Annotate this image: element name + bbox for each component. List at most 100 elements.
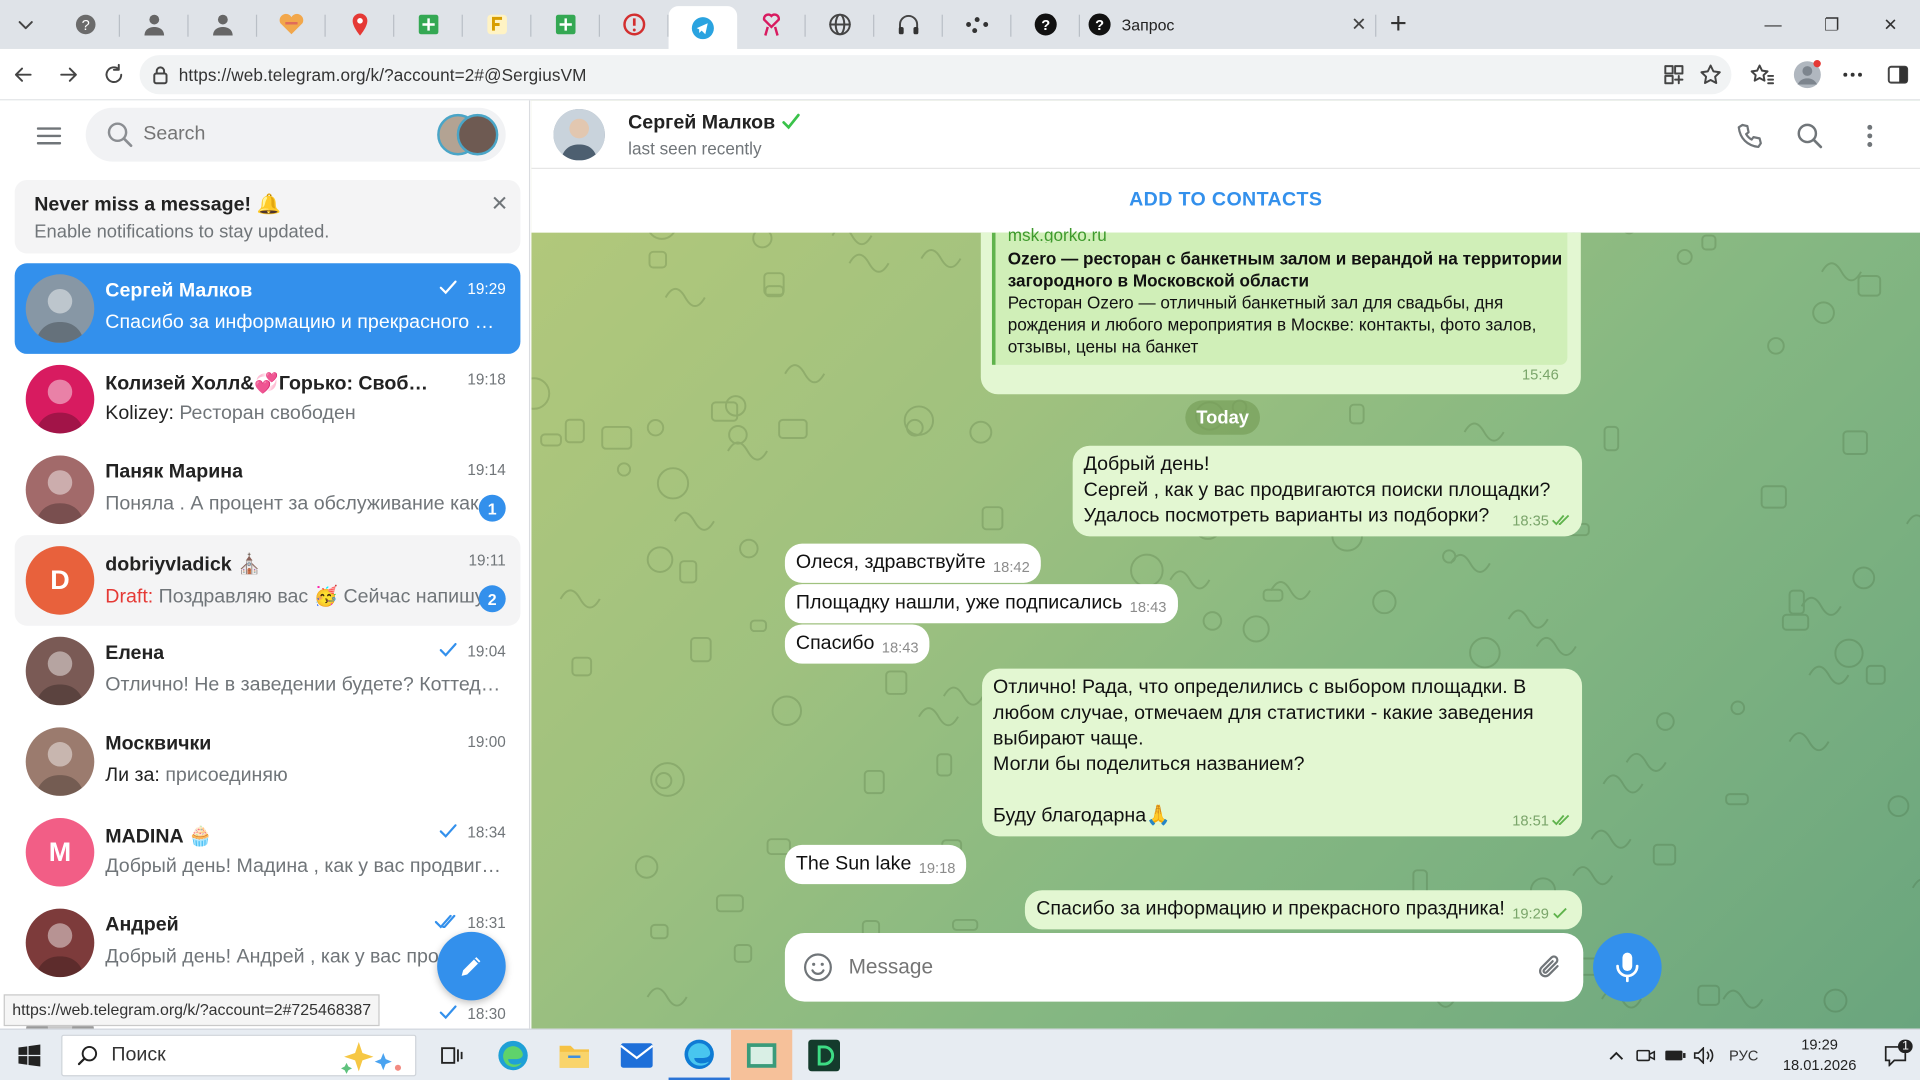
app-available-button[interactable] [1656, 55, 1693, 94]
notification-center-button[interactable]: 1 [1871, 1030, 1920, 1080]
message-meta: 18:42 [993, 556, 1030, 577]
tray-chevron-up[interactable] [1602, 1030, 1631, 1080]
message-line: Сергей , как у вас продвигаются поиски п… [1084, 478, 1571, 504]
main-menu-button[interactable] [24, 118, 73, 155]
settings-more-button[interactable] [1829, 54, 1874, 96]
browser-tab[interactable] [531, 4, 601, 46]
message-composer[interactable] [784, 933, 1584, 1002]
chat-list-item[interactable]: Сергей Малков 19:29 Спасибо за информацию … [14, 263, 521, 354]
browser-tab-request[interactable]: ? Запрос ✕ [1080, 4, 1377, 46]
pattern-doodle [571, 656, 593, 677]
chat-name: Елена [105, 642, 165, 664]
voice-record-button[interactable] [1593, 933, 1662, 1002]
outgoing-message[interactable]: Спасибо за информацию и прекрасного праз… [1025, 890, 1583, 930]
search-input[interactable] [143, 123, 413, 146]
close-tab-icon[interactable]: ✕ [1351, 13, 1366, 36]
close-window-button[interactable]: ✕ [1861, 0, 1920, 49]
peer-avatar[interactable] [553, 108, 605, 161]
search-icon [1797, 123, 1823, 149]
browser-tab[interactable]: ? [51, 4, 121, 46]
tray-meet-now[interactable] [1631, 1030, 1660, 1080]
browser-tab[interactable] [394, 4, 463, 46]
browser-tab[interactable] [943, 4, 1012, 46]
browser-tab-telegram[interactable] [668, 6, 738, 51]
outgoing-message[interactable]: Добрый день! Сергей , как у вас продвигаю… [1072, 445, 1583, 537]
chat-list-item[interactable]: Елена 19:04 Отлично! Не в заведении будете… [15, 626, 521, 717]
pattern-doodle [1625, 752, 1667, 772]
chat-list-item[interactable]: Колизей Холл&💞Горько: Свободные даты 19:1… [15, 354, 521, 445]
taskbar-app-terminal[interactable] [793, 1030, 854, 1080]
browser-tab[interactable] [600, 4, 669, 46]
favorite-star-button[interactable] [1692, 55, 1729, 94]
taskbar-edge-browser[interactable] [668, 1030, 730, 1080]
message-text: Могли бы поделиться названием? [993, 754, 1305, 776]
chat-time: 18:31 [467, 914, 506, 932]
tray-battery[interactable] [1660, 1030, 1689, 1080]
taskbar-mail[interactable] [606, 1030, 667, 1080]
reload-button[interactable] [91, 53, 136, 95]
browser-tab[interactable] [189, 4, 258, 46]
link-preview-card[interactable]: msk.gorko.ru Ozero — ресторан с банкетны… [991, 225, 1568, 365]
profile-avatar[interactable] [1784, 54, 1829, 96]
clock-time: 19:29 [1801, 1035, 1838, 1054]
call-button[interactable] [1731, 118, 1768, 155]
close-notice-icon[interactable]: ✕ [491, 192, 508, 216]
taskbar-app-active[interactable] [731, 1029, 793, 1080]
back-button[interactable] [0, 53, 45, 95]
chat-time: 19:29 [467, 280, 506, 298]
browser-tab[interactable]: ? [1011, 4, 1081, 46]
new-message-button[interactable] [437, 931, 506, 1001]
chat-list-item[interactable]: Паняк Марина 19:14 Поняла . А процент за о… [15, 444, 521, 535]
chat-list-item[interactable]: Москвички 19:00 Ли за: присоединяю [15, 716, 521, 807]
message-line: Отлично! Рада, что определились с выборо… [993, 675, 1571, 701]
chat-search-button[interactable] [1791, 118, 1828, 155]
maximize-button[interactable]: ❐ [1802, 0, 1861, 49]
stories-avatars[interactable] [437, 113, 501, 156]
taskbar-clock[interactable]: 19:29 18.01.2026 [1768, 1035, 1871, 1077]
outgoing-message[interactable]: Отлично! Рада, что определились с выборо… [982, 668, 1583, 837]
sidebar-toggle-button[interactable] [1875, 54, 1920, 96]
edge-browser-icon [684, 1038, 714, 1069]
tray-volume[interactable] [1690, 1030, 1719, 1080]
message-text: Олеся, здравствуйте [795, 552, 986, 574]
notification-banner[interactable]: Never miss a message! 🔔 Enable notificat… [14, 180, 521, 254]
browser-tab[interactable] [874, 4, 943, 46]
chat-more-button[interactable] [1851, 118, 1888, 155]
tab-actions-menu[interactable] [7, 6, 44, 43]
chat-header[interactable]: Сергей Малков last seen recently [531, 100, 1920, 169]
browser-tab[interactable] [326, 4, 395, 46]
start-button[interactable] [0, 1029, 59, 1080]
search-box[interactable] [85, 107, 506, 162]
chat-avatar [25, 364, 95, 434]
incoming-message[interactable]: Олеся, здравствуйте 18:42 [784, 543, 1041, 583]
favorites-button[interactable] [1739, 54, 1784, 96]
browser-tab[interactable] [257, 4, 326, 46]
task-view-button[interactable] [420, 1030, 481, 1080]
minimize-button[interactable]: — [1744, 0, 1803, 49]
chat-name: Москвички [105, 733, 212, 755]
taskbar-search[interactable]: Поиск [61, 1034, 417, 1077]
arrow-left-icon [14, 66, 31, 82]
message-input[interactable] [848, 955, 1510, 980]
taskbar-edge-copilot[interactable] [482, 1030, 543, 1080]
help-circle-icon: ? [75, 14, 96, 35]
forward-button[interactable] [45, 53, 90, 95]
browser-tab[interactable] [120, 4, 189, 46]
browser-tab[interactable] [737, 4, 806, 46]
incoming-message[interactable]: Спасибо 18:43 [784, 624, 930, 664]
paperclip-icon[interactable] [1537, 953, 1564, 982]
emoji-icon[interactable] [802, 951, 834, 983]
browser-tab[interactable] [463, 4, 532, 46]
incoming-message[interactable]: The Sun lake 19:18 [784, 844, 967, 885]
chat-list-item[interactable]: M MADINA 🧁 18:34 Добрый день! Мадина , как … [15, 807, 521, 898]
more-horizontal-icon [1842, 72, 1862, 77]
taskbar-file-explorer[interactable] [544, 1030, 605, 1080]
add-to-contacts-button[interactable]: ADD TO CONTACTS [1129, 190, 1322, 212]
new-tab-button[interactable]: + [1376, 4, 1420, 46]
browser-tab[interactable] [806, 4, 875, 46]
chat-list-item[interactable]: Ddobriyvladick ⛪ 19:11 Draft: Поздравляю в… [14, 535, 521, 626]
tray-language[interactable]: РУС [1719, 1030, 1768, 1080]
incoming-message[interactable]: Площадку нашли, уже подписались 18:43 [784, 584, 1178, 624]
address-bar[interactable]: https://web.telegram.org/k/?account=2#@S… [139, 55, 1732, 95]
link-preview-message[interactable]: msk.gorko.ru Ozero — ресторан с банкетны… [980, 225, 1581, 395]
